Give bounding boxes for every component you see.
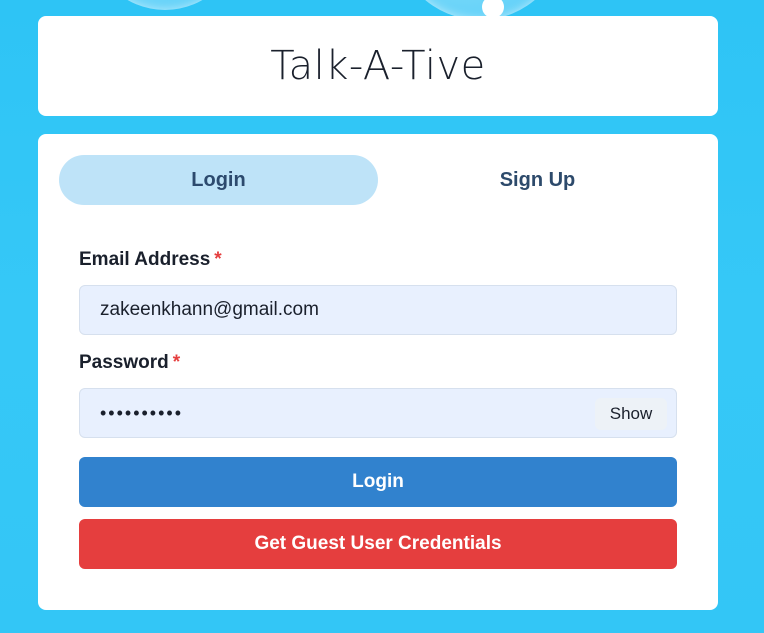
required-mark: * — [214, 249, 222, 270]
auth-card: Login Sign Up Email Address * zakeenkhann… — [38, 134, 718, 610]
password-label: Password * — [79, 352, 180, 374]
email-label: Email Address * — [79, 249, 222, 271]
app-title: Talk-A-Tive — [270, 43, 486, 89]
show-password-button[interactable]: Show — [595, 398, 667, 430]
guest-credentials-button[interactable]: Get Guest User Credentials — [79, 519, 677, 569]
password-label-text: Password — [79, 352, 169, 373]
auth-tabs: Login Sign Up — [59, 155, 697, 205]
email-field[interactable]: zakeenkhann@gmail.com — [79, 285, 677, 335]
login-button[interactable]: Login — [79, 457, 677, 507]
tab-login[interactable]: Login — [59, 155, 378, 205]
password-field[interactable]: •••••••••• Show — [79, 388, 677, 438]
email-label-text: Email Address — [79, 249, 211, 270]
required-mark: * — [172, 352, 181, 373]
tab-sign-up[interactable]: Sign Up — [378, 155, 697, 205]
background-bubble — [90, 0, 240, 10]
password-value: •••••••••• — [100, 402, 184, 423]
title-card: Talk-A-Tive — [38, 16, 718, 116]
email-value: zakeenkhann@gmail.com — [100, 299, 319, 320]
